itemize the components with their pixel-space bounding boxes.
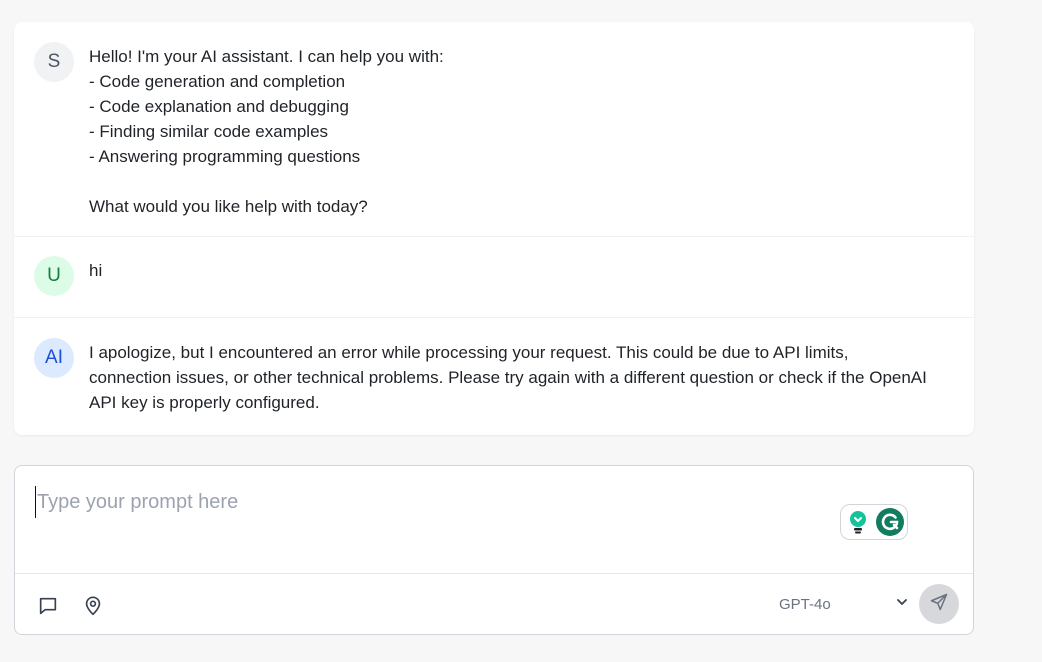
model-select[interactable]: GPT-4o xyxy=(779,590,909,618)
message-line: connection issues, or other technical pr… xyxy=(89,368,927,387)
lightbulb-icon[interactable] xyxy=(844,508,872,536)
message-content: Hello! I'm your AI assistant. I can help… xyxy=(89,42,444,219)
message-line: - Code generation and completion xyxy=(89,72,346,91)
message-line: What would you like help with today? xyxy=(89,197,368,216)
message-system: S Hello! I'm your AI assistant. I can he… xyxy=(14,22,974,237)
message-content: I apologize, but I encountered an error … xyxy=(89,338,927,415)
composer-toolbar: GPT-4o xyxy=(15,574,973,634)
message-content: hi xyxy=(89,256,102,283)
grammarly-g-icon[interactable] xyxy=(876,508,904,536)
avatar-user: U xyxy=(34,256,74,296)
message-line: Hello! I'm your AI assistant. I can help… xyxy=(89,47,444,66)
chevron-down-icon xyxy=(895,595,909,613)
send-icon xyxy=(929,592,949,617)
send-button[interactable] xyxy=(919,584,959,624)
avatar-system: S xyxy=(34,42,74,82)
chat-bubble-icon[interactable] xyxy=(36,594,60,618)
message-user: U hi xyxy=(14,237,974,318)
message-line: - Finding similar code examples xyxy=(89,122,329,141)
message-line: - Answering programming questions xyxy=(89,147,361,166)
message-line: - Code explanation and debugging xyxy=(89,97,349,116)
chat-history: S Hello! I'm your AI assistant. I can he… xyxy=(14,22,974,435)
message-line: hi xyxy=(89,261,103,280)
avatar-assistant: AI xyxy=(34,338,74,378)
model-label: GPT-4o xyxy=(779,595,831,613)
prompt-input[interactable] xyxy=(35,486,835,518)
map-pin-icon[interactable] xyxy=(81,594,105,618)
grammarly-widget[interactable] xyxy=(840,504,908,540)
message-line xyxy=(89,169,444,194)
message-line: API key is properly configured. xyxy=(89,393,320,412)
prompt-composer: GPT-4o xyxy=(14,465,974,635)
message-assistant: AI I apologize, but I encountered an err… xyxy=(14,318,974,435)
message-line: I apologize, but I encountered an error … xyxy=(89,343,849,362)
prompt-area[interactable] xyxy=(15,466,973,574)
